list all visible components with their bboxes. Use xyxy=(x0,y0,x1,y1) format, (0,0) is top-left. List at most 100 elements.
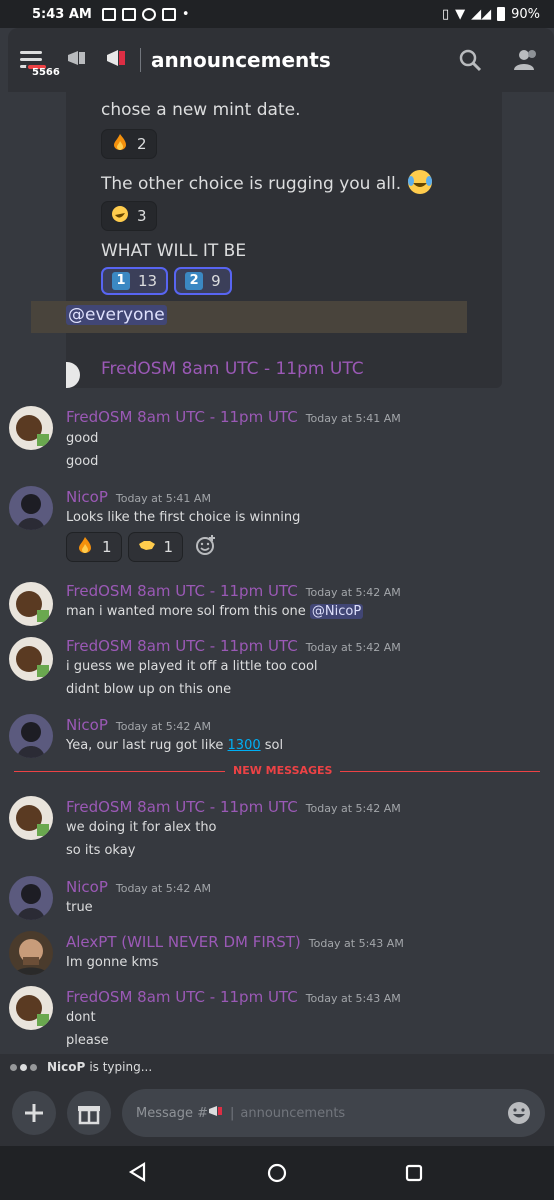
username[interactable]: FredOSM 8am UTC - 11pm UTC xyxy=(66,582,298,600)
reaction-option-1[interactable]: 1 13 xyxy=(101,267,169,295)
message-text: man i wanted more sol from this one @Nic… xyxy=(66,604,364,619)
timestamp: Today at 5:43 AM xyxy=(308,937,404,950)
embed-other-choice: The other choice is rugging you all. xyxy=(101,174,402,194)
timestamp: Today at 5:42 AM xyxy=(115,720,211,733)
user-mention[interactable]: @NicoP xyxy=(309,604,364,619)
username[interactable]: NicoP xyxy=(66,488,108,506)
avatar[interactable] xyxy=(9,796,53,840)
avatar[interactable] xyxy=(9,876,53,920)
hamburger-icon[interactable]: 5566 xyxy=(20,49,60,78)
reaction-count: 9 xyxy=(211,272,221,290)
reaction-row: 3 xyxy=(101,201,502,231)
timestamp: Today at 5:43 AM xyxy=(305,992,401,1005)
header-divider xyxy=(140,48,141,72)
message-composer: Message # | announcements xyxy=(0,1080,554,1146)
username[interactable]: NicoP xyxy=(66,878,108,896)
avatar[interactable] xyxy=(9,406,53,450)
home-icon[interactable] xyxy=(266,1162,288,1188)
reaction-count: 13 xyxy=(138,272,158,290)
avatar[interactable] xyxy=(9,986,53,1030)
status-time: 5:43 AM xyxy=(32,6,92,22)
battery-percent: 90% xyxy=(511,6,540,22)
message-input[interactable]: Message # | announcements xyxy=(122,1089,545,1137)
message-text: so its okay xyxy=(66,843,136,858)
facebook-notification-icon xyxy=(121,7,136,21)
wifi-icon: ▼ xyxy=(455,6,466,22)
embed-author[interactable]: FredOSM 8am UTC - 11pm UTC xyxy=(101,359,364,379)
reaction-count: 3 xyxy=(137,207,147,225)
username[interactable]: AlexPT (WILL NEVER DM FIRST) xyxy=(66,933,301,951)
username[interactable]: FredOSM 8am UTC - 11pm UTC xyxy=(66,408,298,426)
channel-type-icon xyxy=(66,48,90,73)
typing-dot-icon xyxy=(20,1063,27,1071)
search-icon[interactable] xyxy=(458,48,482,72)
message-link[interactable]: 1300 xyxy=(228,738,261,753)
message-text: true xyxy=(66,900,93,915)
notification-icons: • xyxy=(101,7,190,22)
message-text: good xyxy=(66,454,99,469)
message-list[interactable]: chose a new mint date. 2 The other choic… xyxy=(0,92,554,1054)
reaction-count: 1 xyxy=(163,538,174,556)
reaction-clap[interactable]: 1 xyxy=(127,532,184,562)
mention-count-badge: 5566 xyxy=(26,63,60,78)
message-text: Looks like the first choice is winning xyxy=(66,510,301,525)
rofl-emoji-icon xyxy=(111,205,129,227)
message-header: FredOSM 8am UTC - 11pm UTC Today at 5:42 … xyxy=(66,582,401,600)
reaction-option-2[interactable]: 2 9 xyxy=(174,267,232,295)
embed-text-line: The other choice is rugging you all. xyxy=(101,169,502,195)
megaphone-icon xyxy=(208,1104,224,1122)
reaction-fire[interactable]: 2 xyxy=(101,129,157,159)
timestamp: Today at 5:41 AM xyxy=(115,492,211,505)
username[interactable]: FredOSM 8am UTC - 11pm UTC xyxy=(66,798,298,816)
message-header: FredOSM 8am UTC - 11pm UTC Today at 5:43 … xyxy=(66,988,401,1006)
username[interactable]: FredOSM 8am UTC - 11pm UTC xyxy=(66,988,298,1006)
avatar[interactable] xyxy=(9,486,53,530)
status-bar: 5:43 AM • ▯ ▼ ◢◢ 90% xyxy=(0,0,554,28)
timestamp: Today at 5:42 AM xyxy=(305,641,401,654)
message-text: didnt blow up on this one xyxy=(66,682,232,697)
reaction-fire[interactable]: 1 xyxy=(66,532,122,562)
keycap-one-icon: 1 xyxy=(112,272,130,290)
laughing-tears-emoji-icon xyxy=(407,170,433,194)
poll-reactions: 1 13 2 9 xyxy=(101,267,502,295)
gift-icon[interactable] xyxy=(67,1091,111,1135)
plus-icon[interactable] xyxy=(12,1091,56,1135)
avatar[interactable] xyxy=(9,637,53,681)
news-notification-icon xyxy=(101,7,116,21)
message-text-body: sol xyxy=(264,738,284,753)
message-header: NicoP Today at 5:42 AM xyxy=(66,716,211,734)
add-reaction-icon[interactable] xyxy=(195,534,217,560)
fire-emoji-icon xyxy=(76,536,94,558)
megaphone-icon xyxy=(104,47,130,73)
recents-icon[interactable] xyxy=(404,1163,424,1187)
reaction-count: 2 xyxy=(137,135,147,153)
avatar[interactable] xyxy=(9,931,53,975)
avatar[interactable] xyxy=(9,582,53,626)
timestamp: Today at 5:42 AM xyxy=(115,882,211,895)
message-header: FredOSM 8am UTC - 11pm UTC Today at 5:42 … xyxy=(66,637,401,655)
vibrate-icon: ▯ xyxy=(441,6,450,22)
reaction-rofl[interactable]: 3 xyxy=(101,201,157,231)
signal-icon: ◢◢ xyxy=(471,6,492,22)
everyone-mention[interactable]: @everyone xyxy=(66,305,167,325)
reaction-row: 2 xyxy=(101,129,502,159)
username[interactable]: FredOSM 8am UTC - 11pm UTC xyxy=(66,637,298,655)
message-header: NicoP Today at 5:42 AM xyxy=(66,878,211,896)
members-icon[interactable] xyxy=(513,48,537,72)
typing-indicator: NicoP is typing... xyxy=(0,1054,554,1080)
username[interactable]: NicoP xyxy=(66,716,108,734)
mention-highlight-row: @everyone xyxy=(31,301,467,333)
fire-emoji-icon xyxy=(111,133,129,155)
typing-dot-icon xyxy=(30,1063,37,1071)
message-text: good xyxy=(66,431,99,446)
typing-user: NicoP xyxy=(47,1060,86,1074)
back-icon[interactable] xyxy=(128,1162,148,1186)
message-text: please xyxy=(66,1033,109,1048)
system-nav-bar xyxy=(0,1146,554,1200)
avatar[interactable] xyxy=(9,714,53,758)
typing-text: is typing... xyxy=(89,1060,153,1074)
message-text-body: Yea, our last rug got like xyxy=(66,738,224,753)
typing-dot-icon xyxy=(10,1063,17,1071)
embed-text-line: chose a new mint date. xyxy=(101,100,301,120)
emoji-icon[interactable] xyxy=(507,1101,531,1129)
